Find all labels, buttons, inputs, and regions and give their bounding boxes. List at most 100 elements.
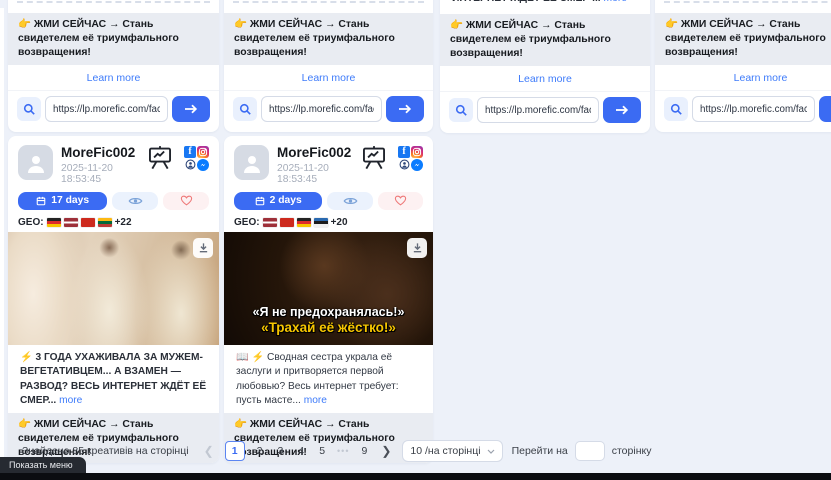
- page-4[interactable]: 4: [295, 445, 307, 457]
- geo-more-count: +22: [115, 217, 132, 228]
- ad-cta-headline: 👉 ЖМИ СЕЙЧАС → Стань свидетелем её триум…: [655, 13, 831, 65]
- bottom-bar: [0, 473, 831, 480]
- download-icon: [412, 242, 423, 253]
- presentation-chart-icon[interactable]: [359, 145, 389, 171]
- learn-more-link[interactable]: Learn more: [8, 65, 219, 90]
- creative-datetime: 2025-11-20 18:53:45: [61, 163, 145, 185]
- instagram-icon: [411, 146, 423, 158]
- ad-cta-headline: 👉 ЖМИ СЕЙЧАС → Стань свидетелем её триум…: [440, 14, 650, 66]
- eye-icon: [343, 196, 358, 206]
- arrow-right-icon: [615, 105, 629, 115]
- show-menu-button[interactable]: Показать меню: [0, 457, 86, 473]
- open-landing-button[interactable]: [172, 96, 210, 122]
- flag-latvia-icon: [263, 218, 277, 227]
- geo-more-count: +20: [331, 217, 348, 228]
- download-icon: [198, 242, 209, 253]
- heart-icon: [394, 195, 407, 206]
- ad-cta-headline: 👉 ЖМИ СЕЙЧАС → Стань свидетелем её триум…: [8, 13, 219, 65]
- creative-description-clipped: ИНТЕРНЕТ ЖДЁТ ЕЁ СМЕР ... more: [440, 0, 650, 14]
- audience-network-icon: [398, 159, 410, 171]
- open-landing-button[interactable]: [819, 96, 831, 122]
- learn-more-link[interactable]: Learn more: [655, 65, 831, 90]
- creative-card-2: MoreFic002 2025-11-20 18:53:45: [224, 136, 433, 463]
- preview-eye-button[interactable]: [112, 192, 158, 210]
- pages-ellipsis[interactable]: •••: [337, 446, 349, 456]
- download-image-button[interactable]: [407, 238, 427, 258]
- search-icon-button[interactable]: [664, 97, 688, 121]
- days-active-button[interactable]: 2 days: [234, 192, 322, 210]
- eye-icon: [128, 196, 143, 206]
- favorite-heart-button[interactable]: [378, 192, 423, 210]
- goto-page-label-suffix: сторінку: [612, 445, 652, 457]
- page-5[interactable]: 5: [316, 445, 328, 457]
- geo-label: GEO:: [18, 217, 44, 228]
- calendar-icon: [255, 196, 265, 206]
- creative-description: 📖 ⚡ Сводная сестра украла её заслуги и п…: [224, 345, 433, 413]
- ad-card-top-4: 👉 ЖМИ СЕЙЧАС → Стань свидетелем её триум…: [655, 0, 831, 132]
- goto-page-input[interactable]: [575, 441, 605, 461]
- person-icon: [240, 151, 264, 175]
- placements-badges: [184, 146, 209, 171]
- preview-eye-button[interactable]: [327, 192, 372, 210]
- search-icon-button[interactable]: [17, 97, 41, 121]
- learn-more-link[interactable]: Learn more: [440, 66, 650, 91]
- flag-latvia-icon: [64, 218, 78, 227]
- presentation-chart-icon[interactable]: [145, 145, 175, 171]
- flag-morocco-icon: [280, 218, 294, 227]
- heart-icon: [180, 195, 193, 206]
- search-icon-button[interactable]: [449, 98, 473, 122]
- landing-url-row: [655, 90, 831, 126]
- page-2[interactable]: 2: [254, 445, 266, 457]
- landing-url-row: [224, 90, 433, 126]
- page-3[interactable]: 3: [275, 445, 287, 457]
- advertiser-name: MoreFic002: [61, 145, 145, 161]
- landing-url-row: [440, 91, 650, 127]
- search-icon-button[interactable]: [233, 97, 257, 121]
- flag-lithuania-icon: [98, 218, 112, 227]
- landing-url-input[interactable]: [692, 96, 815, 122]
- person-icon: [24, 151, 48, 175]
- creative-column-2: 👉 ЖМИ СЕЙЧАС → Стань свидетелем её триум…: [224, 0, 433, 463]
- creative-column-3: ИНТЕРНЕТ ЖДЁТ ЕЁ СМЕР ... more 👉 ЖМИ СЕЙ…: [440, 0, 650, 133]
- search-icon: [455, 104, 468, 117]
- flag-morocco-icon: [81, 218, 95, 227]
- favorite-heart-button[interactable]: [163, 192, 209, 210]
- next-page-chevron[interactable]: ❯: [379, 444, 393, 458]
- facebook-icon: [398, 146, 410, 158]
- creative-image[interactable]: «Я не предохранялась!» «Трахай её жёстко…: [224, 232, 433, 345]
- more-link[interactable]: more: [304, 395, 327, 406]
- creative-image[interactable]: [8, 232, 219, 345]
- page-9[interactable]: 9: [358, 445, 370, 457]
- prev-page-chevron[interactable]: ❮: [202, 444, 216, 458]
- left-edge-rail: [0, 8, 4, 460]
- landing-url-input[interactable]: [477, 97, 599, 123]
- creative-column-4: 👉 ЖМИ СЕЙЧАС → Стань свидетелем её триум…: [655, 0, 831, 132]
- more-link[interactable]: more: [604, 0, 627, 4]
- search-icon: [23, 103, 36, 116]
- ad-card-top-2: 👉 ЖМИ СЕЙЧАС → Стань свидетелем её триум…: [224, 0, 433, 132]
- dashed-divider: [664, 1, 831, 3]
- avatar: [18, 145, 53, 180]
- flag-germany-icon: [297, 218, 311, 227]
- learn-more-link[interactable]: Learn more: [224, 65, 433, 90]
- creative-datetime: 2025-11-20 18:53:45: [277, 163, 359, 185]
- flag-germany-icon: [47, 218, 61, 227]
- open-landing-button[interactable]: [603, 97, 641, 123]
- days-active-button[interactable]: 17 days: [18, 192, 107, 210]
- page-1-active[interactable]: 1: [225, 441, 245, 461]
- profile-header: MoreFic002 2025-11-20 18:53:45: [8, 136, 219, 187]
- more-link[interactable]: more: [59, 395, 82, 406]
- placements-badges: [398, 146, 423, 171]
- arrow-right-icon: [184, 104, 198, 114]
- landing-url-input[interactable]: [261, 96, 382, 122]
- download-image-button[interactable]: [193, 238, 213, 258]
- landing-url-input[interactable]: [45, 96, 168, 122]
- chevron-down-icon: [487, 449, 495, 454]
- pagination-bar: Знайдено 85 креативів на сторінці ❮ 1 2 …: [8, 439, 825, 463]
- open-landing-button[interactable]: [386, 96, 424, 122]
- per-page-select[interactable]: 10 /на сторінці: [402, 440, 502, 462]
- messenger-icon: [197, 159, 209, 171]
- ad-card-top-3: ИНТЕРНЕТ ЖДЁТ ЕЁ СМЕР ... more 👉 ЖМИ СЕЙ…: [440, 0, 650, 133]
- geo-flags: [47, 218, 112, 227]
- calendar-icon: [36, 196, 46, 206]
